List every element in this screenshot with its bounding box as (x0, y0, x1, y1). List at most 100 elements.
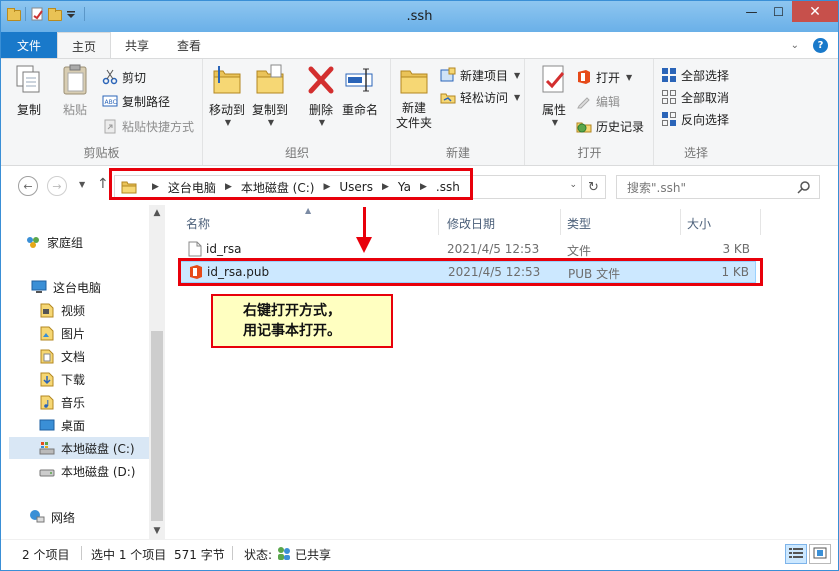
refresh-icon[interactable]: ↻ (581, 176, 605, 198)
tab-home[interactable]: 主页 (57, 32, 112, 59)
recent-locations-icon[interactable]: ▼ (79, 180, 85, 189)
select-all-button[interactable]: 全部选择 (661, 65, 729, 85)
group-organize: 移动到 ▼ 复制到 ▼ 删除 ▼ 重命名 组织 (204, 59, 391, 165)
search-icon[interactable] (797, 180, 811, 197)
new-group-label: 新建 (445, 146, 470, 160)
nav-item-videos[interactable]: 视频 (39, 299, 85, 321)
new-folder-label-line1: 新建 (402, 101, 427, 115)
status-divider (232, 546, 233, 560)
nav-item-network[interactable]: 网络 (29, 506, 75, 528)
help-icon[interactable]: ? (813, 37, 828, 53)
new-folder-button[interactable]: 新建 文件夹 (396, 63, 432, 131)
paste-button[interactable]: 粘贴 (59, 63, 91, 118)
search-input[interactable]: 搜索".ssh" (616, 175, 820, 199)
table-row[interactable]: id_rsa.pub 2021/4/5 12:53 PUB 文件 1 KB (180, 261, 756, 283)
open-button[interactable]: 打开 ▼ (576, 67, 632, 87)
column-divider[interactable] (680, 209, 681, 235)
forward-button[interactable]: → (47, 176, 67, 196)
file-name: id_rsa (206, 242, 242, 256)
chevron-down-icon: ▼ (551, 118, 559, 127)
scrollbar-thumb[interactable] (151, 331, 163, 521)
breadcrumb-users[interactable]: Users (339, 180, 373, 194)
edit-button[interactable]: 编辑 (576, 91, 620, 111)
large-icons-view-button[interactable] (809, 544, 831, 564)
nav-pane-scrollbar[interactable]: ▲ ▼ (149, 205, 165, 539)
nav-item-local-disk-c[interactable]: 本地磁盘 (C:) (9, 437, 149, 459)
paste-shortcut-button[interactable]: 粘贴快捷方式 (102, 116, 194, 136)
organize-group-label: 组织 (284, 146, 309, 160)
minimize-button[interactable]: — (738, 1, 765, 22)
column-header-size[interactable]: 大小 (687, 209, 711, 237)
rename-icon (344, 63, 376, 97)
back-button[interactable]: ← (18, 176, 38, 196)
copy-to-button[interactable]: 复制到 ▼ (252, 63, 288, 127)
column-header-date[interactable]: 修改日期 (447, 209, 495, 237)
move-to-button[interactable]: 移动到 ▼ (209, 63, 245, 127)
column-header-name[interactable]: 名称 (186, 209, 210, 237)
breadcrumb-separator-icon[interactable]: ▶ (225, 182, 232, 192)
group-select: 全部选择 全部取消 反向选择 选择 (655, 59, 737, 165)
file-size: 1 KB (721, 265, 749, 279)
copy-icon (13, 63, 45, 97)
office-icon (576, 69, 592, 85)
delete-button[interactable]: 删除 ▼ (305, 63, 337, 127)
breadcrumb-separator-icon[interactable]: ▶ (323, 182, 330, 192)
up-arrow-icon[interactable]: ↑ (97, 176, 109, 192)
group-clipboard: 复制 粘贴 剪切 ABC 复制路径 粘贴快捷方式 剪贴板 (1, 59, 203, 165)
breadcrumb-local-disk-c[interactable]: 本地磁盘 (C:) (241, 179, 315, 196)
close-button[interactable]: ✕ (792, 1, 838, 22)
select-none-button[interactable]: 全部取消 (661, 87, 729, 107)
address-bar[interactable]: ▶ 这台电脑 ▶ 本地磁盘 (C:) ▶ Users ▶ Ya ▶ .ssh ⌄… (114, 175, 606, 199)
nav-item-documents[interactable]: 文档 (39, 345, 85, 367)
breadcrumb-separator-icon[interactable]: ▶ (382, 182, 389, 192)
address-history-icon[interactable]: ⌄ (569, 180, 577, 190)
breadcrumb-ya[interactable]: Ya (398, 180, 411, 194)
scroll-up-icon[interactable]: ▲ (149, 208, 165, 218)
share-state-value: 已共享 (295, 548, 332, 562)
details-view-button[interactable] (785, 544, 807, 564)
new-item-label: 新建项目 (460, 68, 509, 83)
sort-ascending-icon: ▲ (305, 206, 312, 215)
history-button[interactable]: 历史记录 (576, 116, 644, 136)
cut-label: 剪切 (122, 70, 147, 85)
nav-item-homegroup[interactable]: 家庭组 (25, 231, 83, 253)
easy-access-button[interactable]: 轻松访问 ▼ (440, 87, 520, 107)
ribbon: 复制 粘贴 剪切 ABC 复制路径 粘贴快捷方式 剪贴板 移动到 ▼ 复制到 ▼… (1, 58, 838, 166)
breadcrumb-ssh[interactable]: .ssh (436, 180, 460, 194)
column-header-type[interactable]: 类型 (567, 209, 591, 237)
nav-item-local-disk-d[interactable]: 本地磁盘 (D:) (39, 460, 135, 482)
chevron-down-icon[interactable]: ⌄ (791, 40, 799, 51)
cut-button[interactable]: 剪切 (102, 67, 146, 87)
properties-checkmark-icon (538, 63, 570, 97)
status-bar: 2 个项目 选中 1 个项目 571 字节 状态: 已共享 (1, 539, 838, 570)
properties-button[interactable]: 属性 ▼ (538, 63, 570, 127)
nav-item-this-pc[interactable]: 这台电脑 (31, 276, 101, 298)
nav-label: 本地磁盘 (C:) (61, 441, 135, 456)
column-divider[interactable] (438, 209, 439, 235)
invert-selection-label: 反向选择 (681, 112, 730, 127)
tab-view[interactable]: 查看 (163, 32, 215, 58)
breadcrumb-this-pc[interactable]: 这台电脑 (168, 179, 216, 196)
maximize-button[interactable]: ☐ (765, 1, 792, 22)
rename-button[interactable]: 重命名 (342, 63, 378, 118)
copy-button[interactable]: 复制 (13, 63, 45, 118)
copy-to-folder-icon (254, 63, 286, 97)
breadcrumb-separator-icon[interactable]: ▶ (152, 182, 159, 192)
scroll-down-icon[interactable]: ▼ (149, 526, 165, 536)
tab-file[interactable]: 文件 (1, 32, 57, 58)
copy-path-icon: ABC (102, 93, 118, 109)
edit-pencil-icon (576, 93, 592, 109)
invert-selection-button[interactable]: 反向选择 (661, 109, 729, 129)
breadcrumb-separator-icon[interactable]: ▶ (420, 182, 427, 192)
tab-share[interactable]: 共享 (111, 32, 163, 58)
table-row[interactable]: id_rsa 2021/4/5 12:53 文件 3 KB (180, 239, 756, 261)
nav-item-pictures[interactable]: 图片 (39, 322, 85, 344)
new-item-button[interactable]: 新建项目 ▼ (440, 65, 520, 85)
nav-item-desktop[interactable]: 桌面 (39, 414, 85, 436)
nav-item-music[interactable]: 音乐 (39, 391, 85, 413)
column-divider[interactable] (560, 209, 561, 235)
column-divider[interactable] (760, 209, 761, 235)
nav-item-downloads[interactable]: 下载 (39, 368, 85, 390)
copy-path-button[interactable]: ABC 复制路径 (102, 91, 170, 111)
paste-shortcut-icon (102, 118, 118, 134)
